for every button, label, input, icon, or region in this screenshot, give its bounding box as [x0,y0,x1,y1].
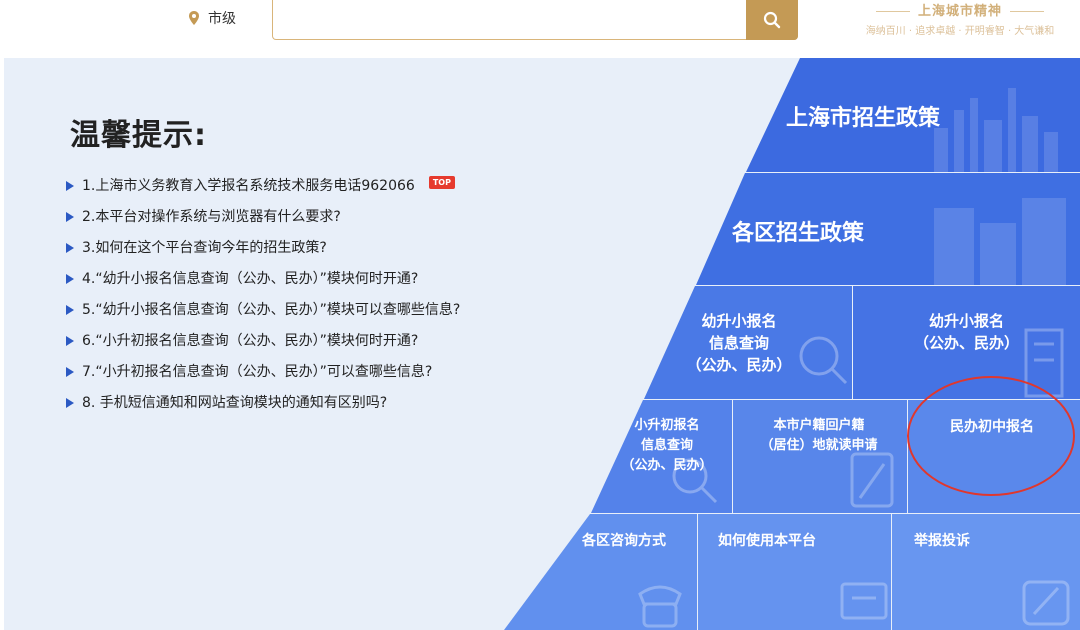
tip-text[interactable]: 5.“幼升小报名信息查询（公办、民办）”模块可以查哪些信息? [82,300,460,320]
search-button[interactable] [746,0,798,40]
tile-hukou-return-label[interactable]: 本市户籍回户籍 （居住）地就读申请 [748,416,890,456]
bullet-triangle-icon [66,398,74,408]
tile-report-label[interactable]: 举报投诉 [914,530,970,550]
tip-item[interactable]: 8. 手机短信通知和网站查询模块的通知有区别吗? [66,393,460,424]
bullet-triangle-icon [66,367,74,377]
tile-primary-query-label[interactable]: 幼升小报名 信息查询 （公办、民办） [674,310,804,376]
bullet-triangle-icon [66,181,74,191]
bullet-triangle-icon [66,274,74,284]
tips-list: 1.上海市义务教育入学报名系统技术服务电话962066 TOP 2.本平台对操作系… [66,176,460,424]
tile-how-to-use-label[interactable]: 如何使用本平台 [718,530,816,550]
tile-line: 幼升小报名 [928,312,1004,330]
hero-panel: 温馨提示: 1.上海市义务教育入学报名系统技术服务电话962066 TOP 2.本… [4,58,1080,630]
tip-item[interactable]: 6.“小升初报名信息查询（公办、民办）”模块何时开通? [66,331,460,362]
tip-text[interactable]: 8. 手机短信通知和网站查询模块的通知有区别吗? [82,393,387,413]
tip-item[interactable]: 7.“小升初报名信息查询（公办、民办）”可以查哪些信息? [66,362,460,393]
tile-line: 信息查询 [640,438,693,453]
tile-line: 本市户籍回户籍 [773,418,865,433]
search-box [272,0,798,40]
top-bar: 市级 上海城市精神 海纳百川 · 追求卓越 · 开明睿智 · 大气谦和 [0,0,1080,58]
tile-line: （公办、民办） [913,334,1019,352]
tile-line: （公办、民办） [621,458,713,473]
bullet-triangle-icon [66,305,74,315]
tile-line: 信息查询 [708,334,769,352]
tip-item[interactable]: 2.本平台对操作系统与浏览器有什么要求? [66,207,460,238]
bullet-triangle-icon [66,243,74,253]
tile-line: （公办、民办） [686,356,792,374]
tile-district-policy-label[interactable]: 各区招生政策 [732,215,864,247]
city-slogan: 上海城市精神 海纳百川 · 追求卓越 · 开明睿智 · 大气谦和 [840,0,1080,40]
location-selector[interactable]: 市级 [188,8,236,28]
search-icon [763,11,781,29]
tip-item[interactable]: 5.“幼升小报名信息查询（公办、民办）”模块可以查哪些信息? [66,300,460,331]
slogan-title: 上海城市精神 [840,0,1080,19]
search-input[interactable] [273,0,797,39]
slogan-subtitle: 海纳百川 · 追求卓越 · 开明睿智 · 大气谦和 [865,26,1055,37]
tip-item[interactable]: 1.上海市义务教育入学报名系统技术服务电话962066 TOP [66,176,460,207]
tile-primary-register-label[interactable]: 幼升小报名 （公办、民办） [904,310,1029,354]
tile-city-policy-label[interactable]: 上海市招生政策 [786,100,940,132]
tile-line: 小升初报名 [634,418,700,433]
location-pin-icon [189,11,199,25]
tip-text[interactable]: 7.“小升初报名信息查询（公办、民办）”可以查哪些信息? [82,362,432,382]
bullet-triangle-icon [66,212,74,222]
tips-title: 温馨提示: [70,118,207,153]
tile-line: （居住）地就读申请 [760,438,878,453]
tip-item[interactable]: 3.如何在这个平台查询今年的招生政策? [66,238,460,269]
tile-district-contact-label[interactable]: 各区咨询方式 [582,530,666,550]
top-badge: TOP [428,176,455,189]
highlight-circle [907,376,1075,496]
tile-middle-query-label[interactable]: 小升初报名 信息查询 （公办、民办） [612,416,722,476]
tip-text[interactable]: 2.本平台对操作系统与浏览器有什么要求? [82,207,341,227]
tip-text[interactable]: 1.上海市义务教育入学报名系统技术服务电话962066 [82,176,415,196]
tip-text[interactable]: 6.“小升初报名信息查询（公办、民办）”模块何时开通? [82,331,418,351]
tip-text[interactable]: 4.“幼升小报名信息查询（公办、民办）”模块何时开通? [82,269,418,289]
tip-text[interactable]: 3.如何在这个平台查询今年的招生政策? [82,238,327,258]
location-label: 市级 [208,11,236,27]
tile-line: 幼升小报名 [701,312,777,330]
tip-item[interactable]: 4.“幼升小报名信息查询（公办、民办）”模块何时开通? [66,269,460,300]
bullet-triangle-icon [66,336,74,346]
